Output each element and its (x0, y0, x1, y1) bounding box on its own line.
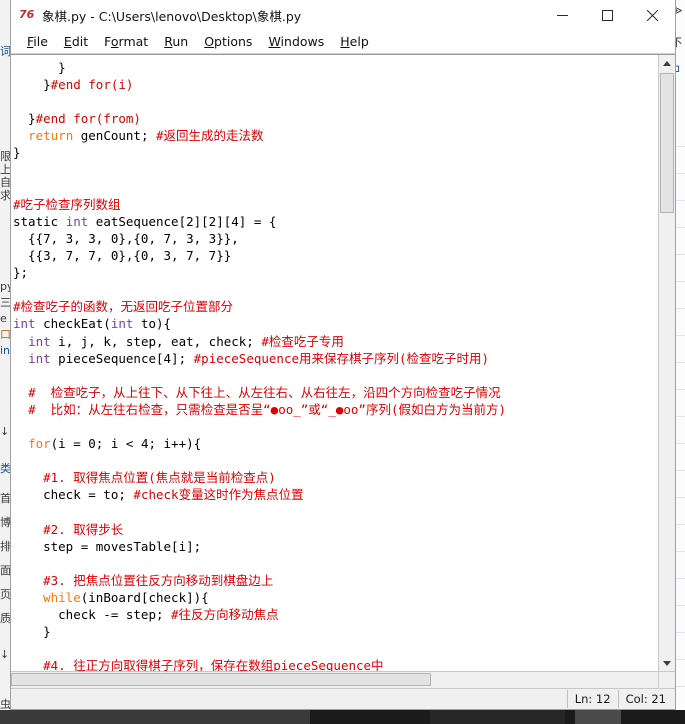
horizontal-scrollbar[interactable] (11, 672, 658, 688)
menu-bar[interactable]: File Edit Format Run Options Windows Help (11, 31, 675, 54)
maximize-button[interactable] (585, 0, 630, 30)
horizontal-scrollbar-row (11, 671, 675, 688)
python-idle-icon-left-glyph: 76 (19, 8, 35, 21)
taskbar-clock[interactable] (621, 710, 681, 724)
taskbar-button-group-2[interactable] (430, 710, 565, 724)
menu-item-format[interactable]: Format (96, 33, 156, 51)
horizontal-scrollbar-thumb[interactable] (11, 673, 431, 686)
window-title: 象棋.py - C:\Users\lenovo\Desktop\象棋.py (42, 8, 302, 24)
menu-item-options[interactable]: Options (196, 33, 260, 51)
scroll-down-arrow-icon[interactable] (659, 655, 675, 671)
menu-item-edit[interactable]: Edit (56, 33, 96, 51)
minimize-button[interactable] (540, 0, 585, 30)
code-text-area[interactable]: } }#end for(i) }#end for(from) return ge… (11, 55, 658, 671)
status-column-number: Col: 21 (617, 690, 673, 708)
idle-editor-window: 76 象棋.py - C:\Users\lenovo\Desktop\象棋.py (10, 0, 676, 710)
menu-item-run[interactable]: Run (156, 33, 196, 51)
source-code[interactable]: } }#end for(i) }#end for(from) return ge… (13, 59, 658, 671)
python-idle-icon: 76 (19, 7, 35, 23)
menu-item-windows[interactable]: Windows (260, 33, 332, 51)
title-bar[interactable]: 76 象棋.py - C:\Users\lenovo\Desktop\象棋.py (11, 0, 675, 31)
vertical-scrollbar-thumb[interactable] (660, 73, 674, 213)
menu-item-help[interactable]: Help (332, 33, 377, 51)
menu-item-file[interactable]: File (19, 33, 56, 51)
taskbar-button-group-1[interactable] (0, 710, 310, 724)
scroll-up-arrow-icon[interactable] (659, 55, 675, 71)
status-bar: Ln: 12 Col: 21 (11, 688, 675, 709)
editor-area: } }#end for(i) }#end for(from) return ge… (11, 54, 675, 671)
close-button[interactable] (630, 0, 675, 30)
vertical-scrollbar[interactable] (658, 55, 675, 671)
status-line-number: Ln: 12 (566, 690, 618, 708)
scrollbar-corner (658, 672, 675, 688)
window-control-buttons (540, 0, 675, 30)
windows-taskbar[interactable] (0, 710, 685, 724)
